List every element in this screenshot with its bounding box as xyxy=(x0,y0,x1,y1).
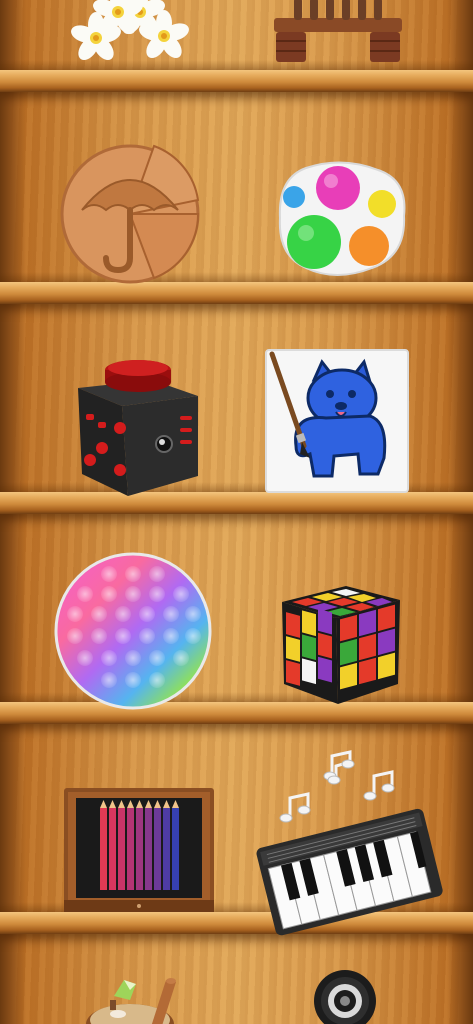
umbrella-puzzle-icon xyxy=(60,144,200,284)
spinner-icon xyxy=(314,970,376,1024)
flower-icon xyxy=(68,0,192,64)
colored-pencils-item[interactable] xyxy=(64,784,214,914)
sand-garden-icon xyxy=(86,978,176,1024)
wooden-puzzle-item[interactable] xyxy=(58,140,203,288)
rubiks-cube-item[interactable] xyxy=(278,580,404,708)
pop-it-item[interactable] xyxy=(54,552,212,710)
flowers-item[interactable] xyxy=(60,0,205,70)
piano-item[interactable] xyxy=(254,750,443,936)
cube-puzzle-icon xyxy=(282,586,400,704)
paint-dog-icon xyxy=(265,349,409,493)
bubble-pop-icon xyxy=(54,552,212,710)
pencil-box-icon xyxy=(64,788,214,912)
abacus-item[interactable] xyxy=(272,0,404,68)
shelf-1 xyxy=(0,60,473,92)
simple-dimple-item[interactable] xyxy=(276,160,408,278)
fidget-cube-item[interactable] xyxy=(72,356,202,498)
abacus-icon xyxy=(274,0,402,62)
fidget-cube-icon xyxy=(78,360,198,496)
piano-icon xyxy=(256,750,443,936)
fidget-spinner-item[interactable] xyxy=(312,968,378,1024)
zen-garden-item[interactable] xyxy=(80,974,180,1024)
coloring-book-item[interactable] xyxy=(265,349,409,493)
toy-shelf-cabinet xyxy=(0,0,473,1024)
pop-button-icon xyxy=(278,161,406,276)
shelf-3 xyxy=(0,482,473,514)
